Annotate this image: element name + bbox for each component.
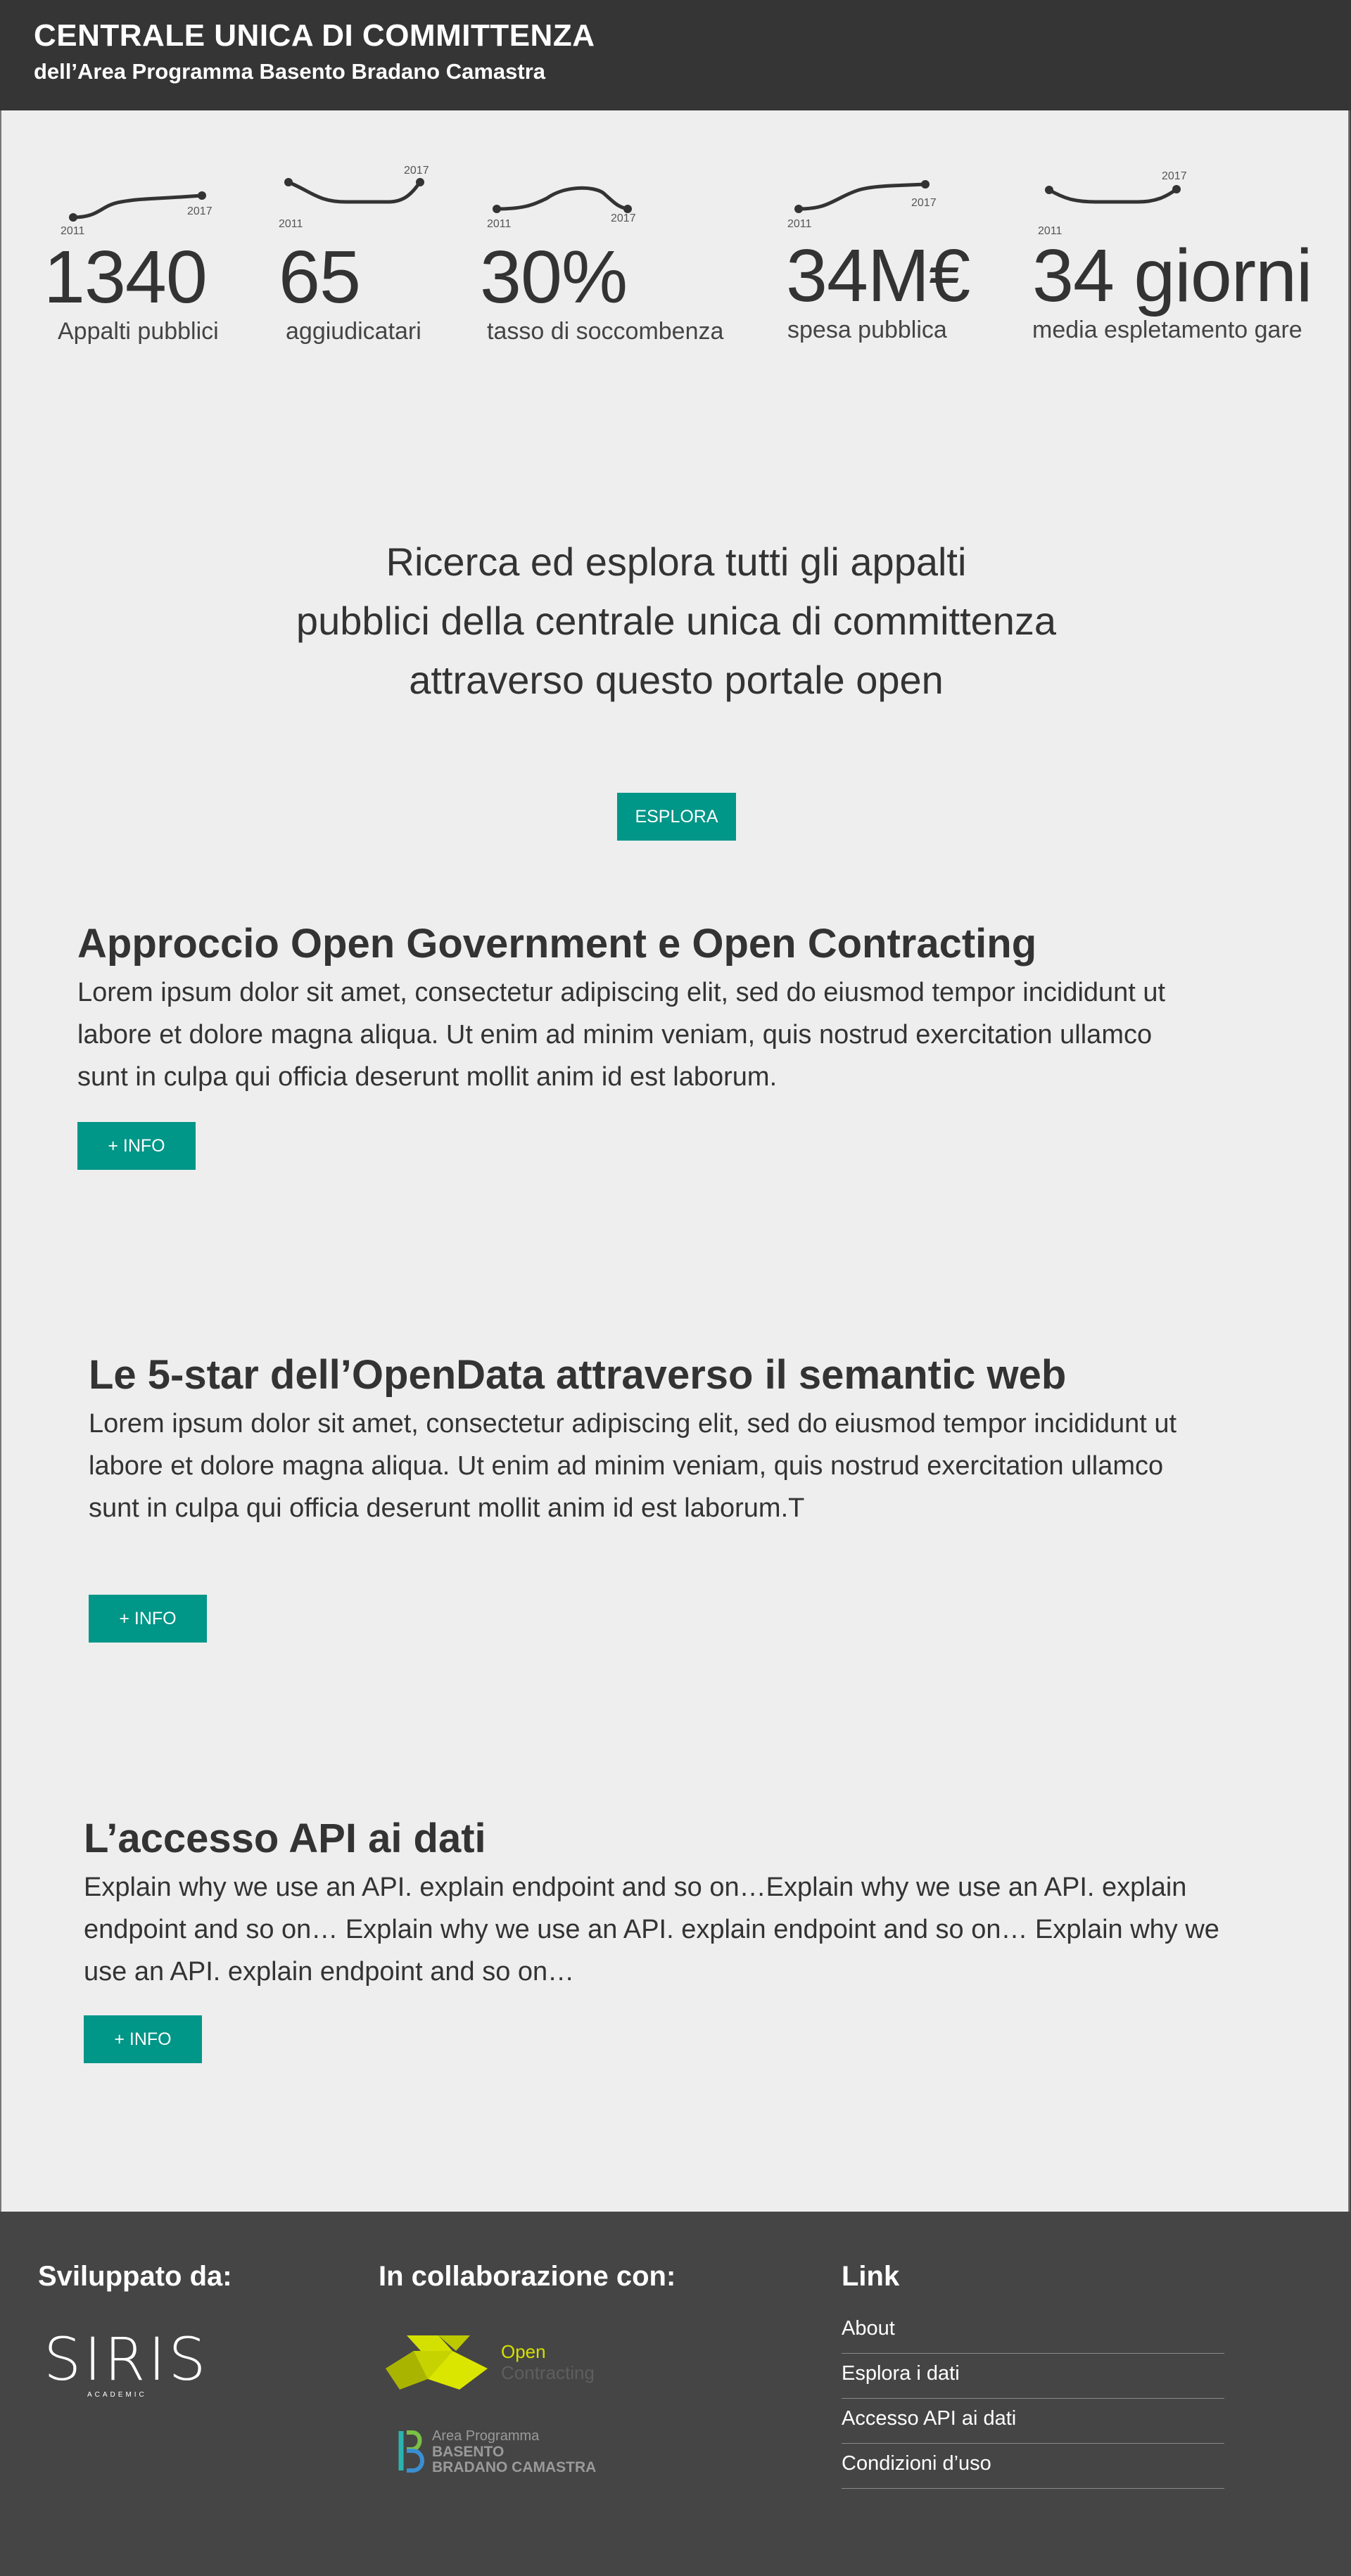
collaboration-heading: In collaborazione con: bbox=[379, 2261, 676, 2292]
siris-logo: SIRIS ACADEMIC bbox=[44, 2325, 209, 2405]
area-programma-text-1: Area Programma bbox=[432, 2428, 540, 2444]
section-title: L’accesso API ai dati bbox=[84, 1816, 486, 1861]
stat-value: 34M€ bbox=[786, 234, 970, 317]
esplora-button[interactable]: ESPLORA bbox=[617, 793, 736, 841]
section-body: Lorem ipsum dolor sit amet, consectetur … bbox=[77, 971, 1330, 1098]
footer-link-about[interactable]: About bbox=[842, 2309, 1224, 2354]
info-button-api-access[interactable]: + INFO bbox=[84, 2015, 202, 2063]
stat-value: 65 bbox=[279, 236, 361, 319]
stat-giorni: 2011 2017 34 giorni media espletamento g… bbox=[1032, 170, 1328, 353]
year-start: 2011 bbox=[279, 218, 303, 230]
section-title: Approccio Open Government e Open Contrac… bbox=[77, 921, 1037, 967]
year-end: 2017 bbox=[1162, 170, 1187, 182]
section-body: Lorem ipsum dolor sit amet, consectetur … bbox=[89, 1403, 1341, 1529]
site-title: CENTRALE UNICA DI COMMITTENZA bbox=[34, 18, 595, 53]
stat-label: Appalti pubblici bbox=[58, 318, 219, 345]
siris-logo-text: SIRIS bbox=[44, 2325, 209, 2394]
section-line: labore et dolore magna aliqua. Ut enim a… bbox=[77, 1020, 1153, 1050]
site-footer: Sviluppato da: In collaborazione con: Li… bbox=[0, 2212, 1351, 2576]
open-contracting-text-1: Open bbox=[501, 2341, 546, 2362]
year-end: 2017 bbox=[404, 165, 429, 177]
stat-label: aggiudicatari bbox=[286, 318, 421, 345]
section-line: use an API. explain endpoint and so on… bbox=[84, 1957, 575, 1987]
stat-value: 1340 bbox=[44, 236, 208, 319]
site-subtitle: dell’Area Programma Basento Bradano Cama… bbox=[34, 59, 546, 84]
area-programma-text-2: BASENTO bbox=[432, 2444, 505, 2460]
siris-logo-subtext: ACADEMIC bbox=[87, 2391, 147, 2399]
footer-link-api[interactable]: Accesso API ai dati bbox=[842, 2399, 1224, 2444]
area-programma-icon bbox=[398, 2430, 424, 2473]
intro-line: pubblici della centrale unica di committ… bbox=[296, 599, 1057, 643]
section-line: Explain why we use an API. explain endpo… bbox=[84, 1873, 1187, 1902]
section-title: Le 5-star dell’OpenData attraverso il se… bbox=[89, 1352, 1067, 1398]
year-end: 2017 bbox=[187, 205, 213, 217]
intro-line: Ricerca ed esplora tutti gli appalti bbox=[386, 540, 967, 584]
section-5-star-opendata: Le 5-star dell’OpenData attraverso il se… bbox=[89, 1351, 1341, 1529]
info-button-open-government[interactable]: + INFO bbox=[77, 1122, 196, 1170]
area-programma-logo: Area Programma BASENTO BRADANO CAMASTRA bbox=[398, 2428, 623, 2478]
site-header: CENTRALE UNICA DI COMMITTENZA dell’Area … bbox=[0, 0, 1351, 110]
section-line: Lorem ipsum dolor sit amet, consectetur … bbox=[89, 1409, 1177, 1439]
intro-text: Ricerca ed esplora tutti gli appalti pub… bbox=[1, 533, 1351, 710]
footer-links: About Esplora i dati Accesso API ai dati… bbox=[842, 2309, 1224, 2489]
stat-label: media espletamento gare bbox=[1032, 317, 1302, 343]
year-end: 2017 bbox=[911, 197, 937, 209]
stat-value: 34 giorni bbox=[1032, 234, 1313, 317]
main-content: 2011 2017 1340 Appalti pubblici 2011 201… bbox=[0, 110, 1350, 2212]
footer-link-esplora[interactable]: Esplora i dati bbox=[842, 2354, 1224, 2399]
section-line: Lorem ipsum dolor sit amet, consectetur … bbox=[77, 978, 1166, 1007]
section-api-access: L’accesso API ai dati Explain why we use… bbox=[84, 1814, 1336, 1993]
open-contracting-text-2: Contracting bbox=[501, 2362, 595, 2383]
stat-appalti: 2011 2017 1340 Appalti pubblici bbox=[44, 170, 255, 353]
year-end: 2017 bbox=[611, 212, 636, 224]
section-line: endpoint and so on… Explain why we use a… bbox=[84, 1915, 1219, 1944]
stat-label: spesa pubblica bbox=[787, 317, 947, 343]
stat-label: tasso di soccombenza bbox=[487, 318, 724, 345]
section-line: sunt in culpa qui officia deserunt molli… bbox=[77, 1062, 778, 1092]
info-button-5-star-opendata[interactable]: + INFO bbox=[89, 1595, 207, 1643]
stat-value: 30% bbox=[480, 236, 628, 319]
section-line: labore et dolore magna aliqua. Ut enim a… bbox=[89, 1451, 1164, 1481]
section-open-government: Approccio Open Government e Open Contrac… bbox=[77, 919, 1330, 1098]
stat-spesa: 2011 2017 34M€ spesa pubblica bbox=[786, 170, 997, 353]
developed-by-heading: Sviluppato da: bbox=[38, 2261, 232, 2292]
open-contracting-icon bbox=[386, 2335, 488, 2390]
year-start: 2011 bbox=[787, 218, 812, 230]
footer-link-condizioni[interactable]: Condizioni d’uso bbox=[842, 2444, 1224, 2489]
section-line: sunt in culpa qui officia deserunt molli… bbox=[89, 1493, 805, 1523]
links-heading: Link bbox=[842, 2261, 900, 2292]
area-programma-text-3: BRADANO CAMASTRA bbox=[432, 2459, 597, 2475]
section-body: Explain why we use an API. explain endpo… bbox=[84, 1866, 1336, 1993]
year-start: 2011 bbox=[487, 218, 512, 230]
open-contracting-logo: Open Contracting bbox=[386, 2330, 625, 2393]
stat-soccombenza: 2011 2017 30% tasso di soccombenza bbox=[480, 170, 733, 353]
stat-aggiudicatari: 2011 2017 65 aggiudicatari bbox=[276, 165, 459, 353]
intro-line: attraverso questo portale open bbox=[409, 658, 944, 702]
